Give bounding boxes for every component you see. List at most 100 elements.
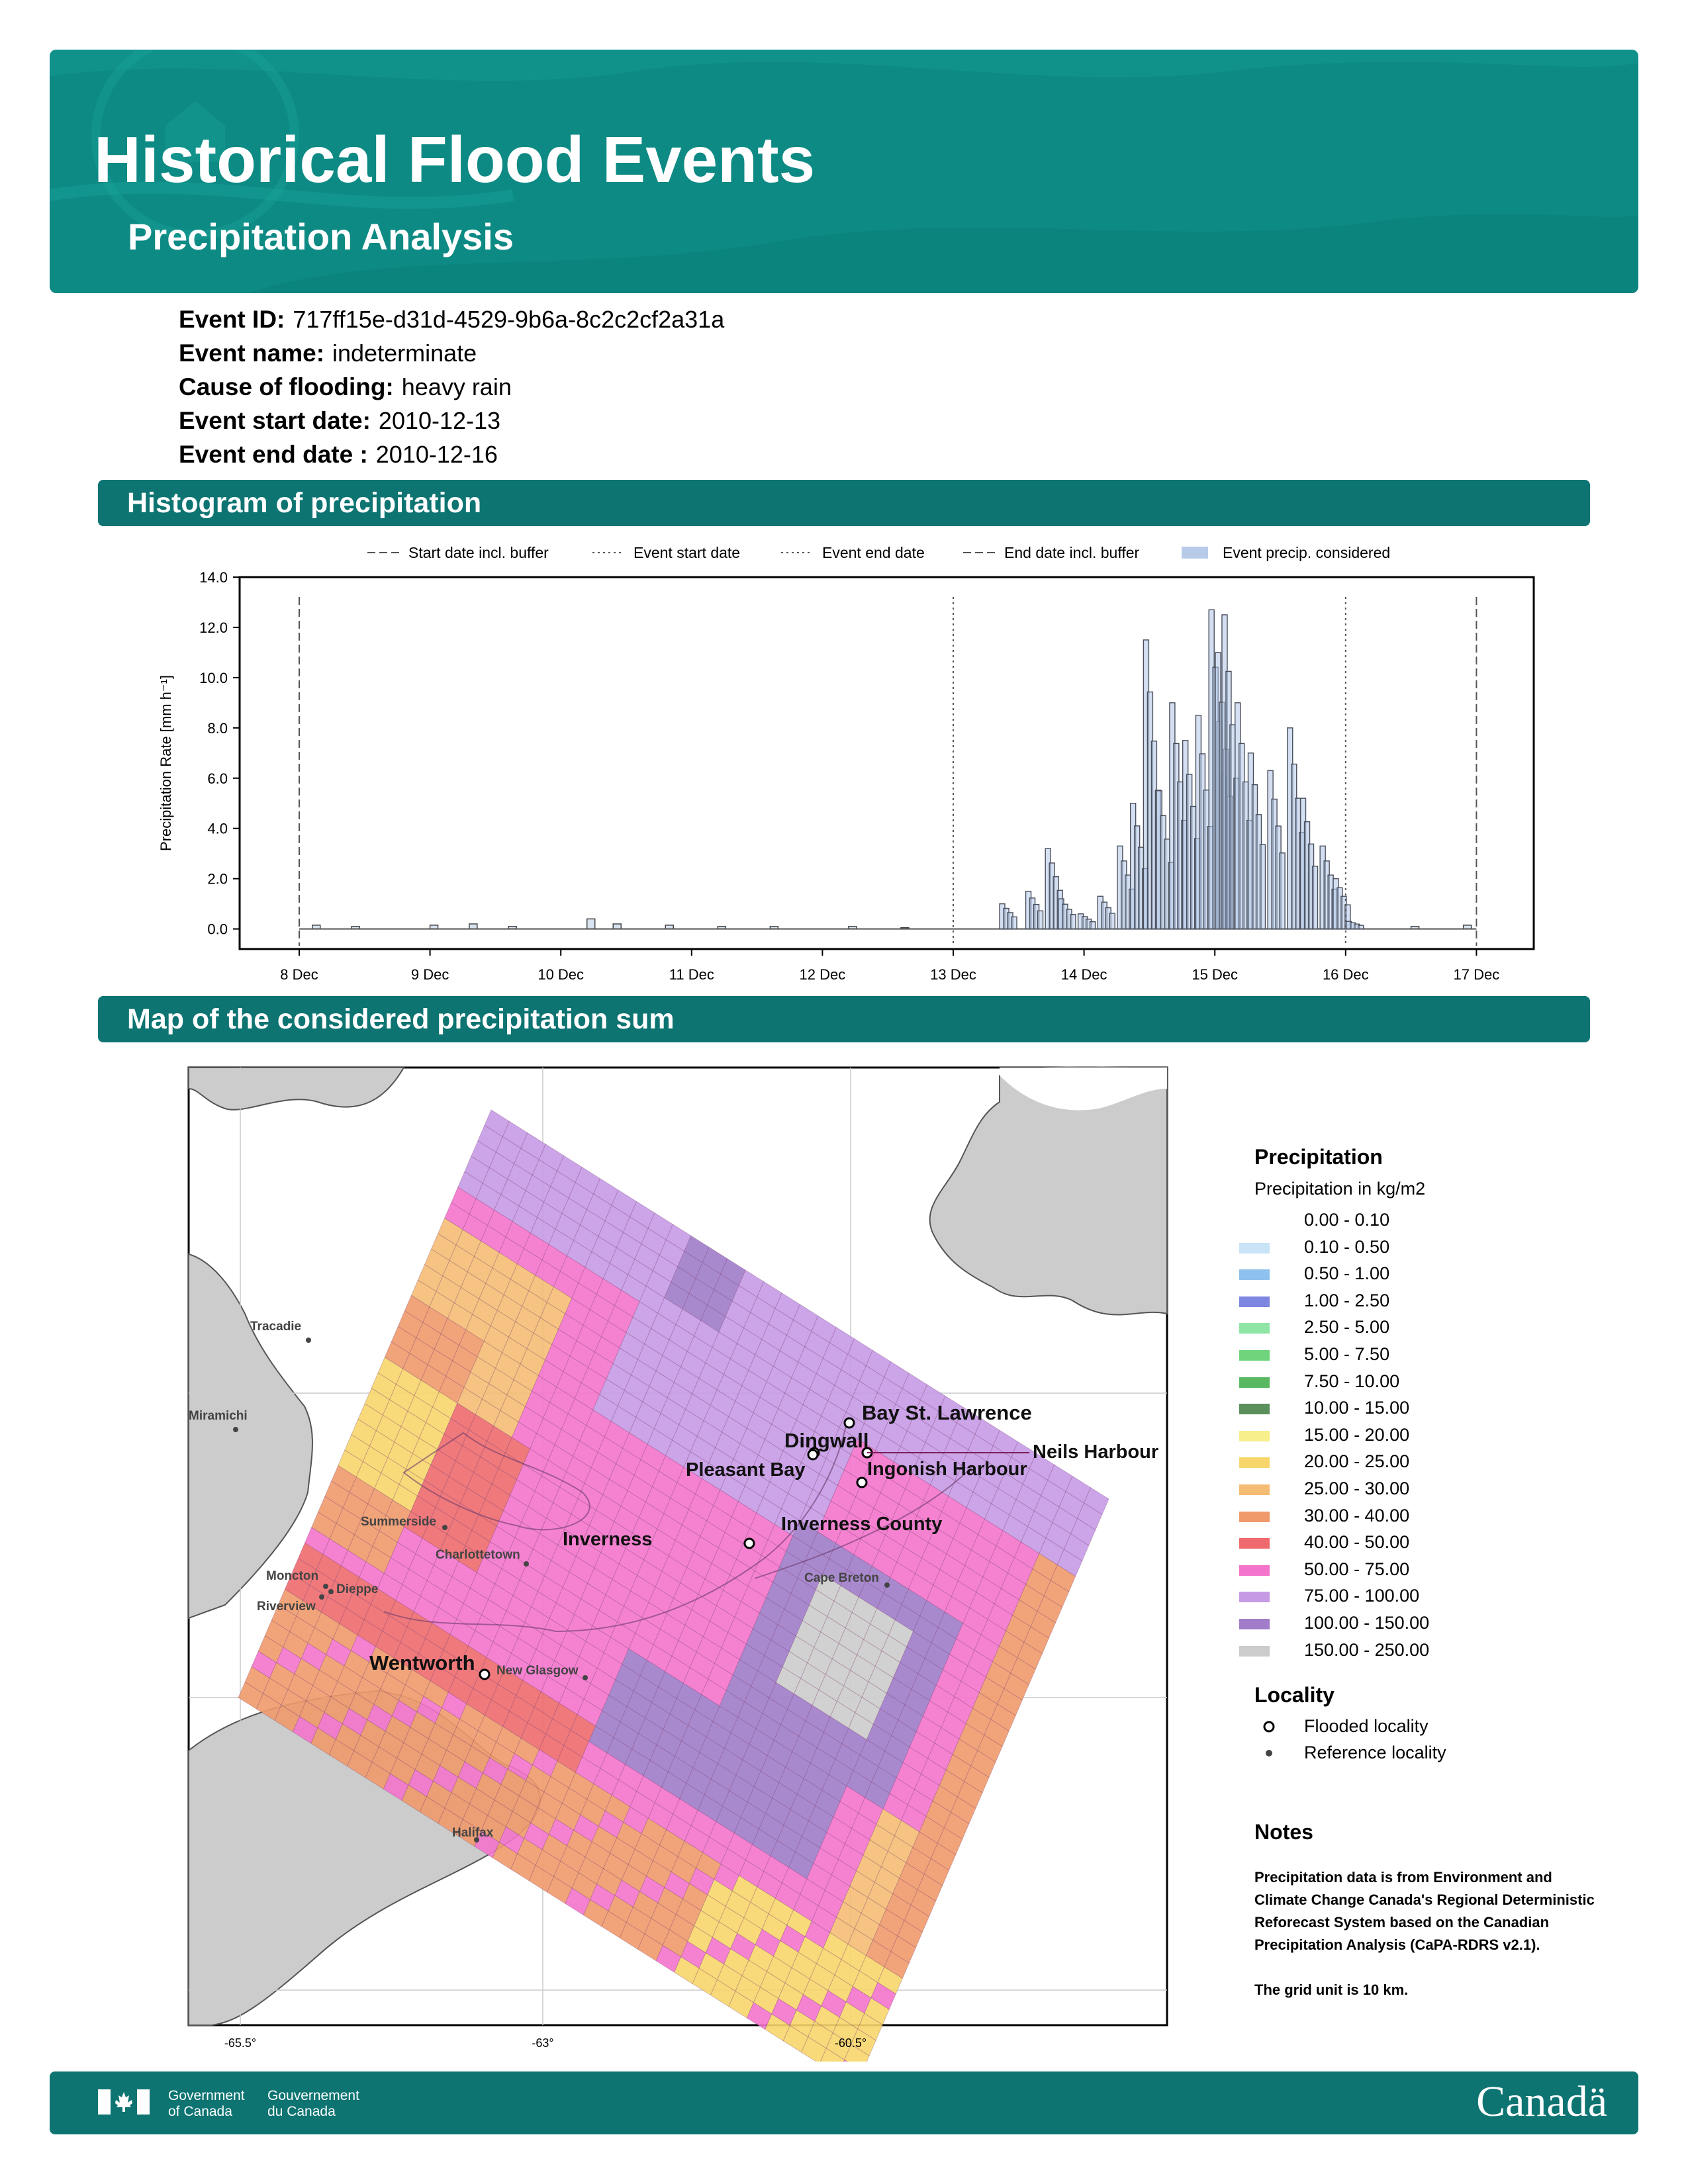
x-tick-label: 14 Dec	[1061, 966, 1107, 983]
canada-flag-icon	[98, 2089, 150, 2115]
legend-swatch	[1239, 1269, 1270, 1281]
precipitation-histogram: Start date incl. buffer Event start date E…	[158, 544, 1535, 983]
start-date-label: Event start date:	[179, 407, 371, 434]
legend-class-label: 40.00 - 50.00	[1304, 1532, 1410, 1553]
reference-locality-label: Riverview	[257, 1600, 316, 1614]
gov-en-line1: Government	[168, 2088, 245, 2103]
legend-class-label: 50.00 - 75.00	[1304, 1559, 1410, 1579]
histogram-legend-label: Start date incl. buffer	[408, 544, 549, 561]
legend-swatch	[1239, 1511, 1270, 1522]
x-tick-label: 17 Dec	[1454, 966, 1500, 983]
start-date-row: Event start date: 2010-12-13	[179, 407, 500, 435]
x-tick-label: 12 Dec	[800, 966, 846, 983]
gov-en-line2: of Canada	[168, 2104, 232, 2119]
legend-class-label: 5.00 - 7.50	[1304, 1344, 1390, 1364]
gov-fr-wordmark: Gouvernement du Canada	[267, 2088, 359, 2120]
reference-locality-marker	[442, 1525, 447, 1530]
legend-class-label: 100.00 - 150.00	[1304, 1613, 1430, 1633]
flooded-locality-label: Neils Harbour	[1033, 1441, 1158, 1463]
y-tick-label: 6.0	[207, 770, 228, 787]
event-id-value: 717ff15e-d31d-4529-9b6a-8c2c2cf2a31a	[293, 306, 725, 333]
x-tick-label: 11 Dec	[669, 966, 714, 983]
reference-locality-marker	[319, 1594, 324, 1600]
precip-legend-title: Precipitation	[1254, 1145, 1383, 1169]
legend-class-label: 0.00 - 0.10	[1304, 1210, 1390, 1230]
legend-swatch	[1239, 1430, 1270, 1441]
legend-swatch	[1239, 1216, 1270, 1226]
legend-swatch	[1239, 1404, 1270, 1415]
legend-class-label: 2.50 - 5.00	[1304, 1317, 1390, 1338]
precip-legend-subtitle: Precipitation in kg/m2	[1254, 1179, 1426, 1199]
end-date-label: Event end date :	[179, 441, 368, 468]
cause-row: Cause of flooding: heavy rain	[179, 373, 512, 401]
reference-locality-marker	[583, 1675, 588, 1680]
flooded-locality-label: Dingwall	[784, 1429, 868, 1452]
y-tick-label: 12.0	[199, 619, 228, 636]
legend-class-label: 75.00 - 100.00	[1304, 1586, 1420, 1606]
reference-locality-marker	[524, 1561, 529, 1567]
flooded-locality-label: Inverness	[563, 1529, 652, 1550]
histogram-bar	[612, 923, 622, 930]
histogram-bar	[1109, 913, 1115, 930]
legend-swatch	[1239, 1457, 1270, 1469]
flooded-locality-label: Pleasant Bay	[686, 1459, 806, 1480]
notes-title: Notes	[1254, 1820, 1313, 1844]
precipitation-map: Bay St. Lawrence Dingwall Pleasant Bay Neil…	[187, 1066, 1168, 2062]
flooded-locality-marker	[843, 1417, 855, 1429]
reference-locality-label: Tracadie	[250, 1320, 301, 1334]
legend-swatch	[1239, 1296, 1270, 1307]
legend-class-label: 30.00 - 40.00	[1304, 1505, 1410, 1525]
legend-class-label: 20.00 - 25.00	[1304, 1451, 1410, 1472]
legend-swatch	[1239, 1645, 1270, 1657]
reference-locality-label: Dieppe	[336, 1582, 378, 1596]
histogram-bar	[1070, 914, 1076, 930]
map-x-axis-label: -63°	[532, 2036, 553, 2050]
flooded-locality-marker-icon	[1263, 1721, 1275, 1733]
end-date-value: 2010-12-16	[375, 441, 498, 468]
histogram-legend-label: Event start date	[633, 544, 740, 561]
y-tick-label: 14.0	[199, 569, 228, 586]
legend-class-label: 0.50 - 1.00	[1304, 1263, 1390, 1284]
legend-class-label: 10.00 - 15.00	[1304, 1398, 1410, 1418]
page-subtitle: Precipitation Analysis	[128, 216, 514, 257]
reference-locality-marker	[306, 1338, 311, 1343]
histogram-bar	[469, 923, 478, 930]
reference-locality-marker	[884, 1582, 890, 1588]
map-x-axis-label: -60.5°	[835, 2036, 867, 2050]
map-section-title: Map of the considered precipitation sum	[98, 996, 1590, 1042]
x-tick-label: 15 Dec	[1192, 966, 1238, 983]
histogram-legend-label: Event precip. considered	[1223, 544, 1390, 561]
reference-locality-marker-icon	[1266, 1750, 1272, 1756]
x-tick-label: 10 Dec	[538, 966, 584, 983]
y-tick-label: 8.0	[207, 720, 228, 737]
y-tick-label: 4.0	[207, 821, 228, 837]
legend-swatch	[1239, 1377, 1270, 1388]
gov-fr-line2: du Canada	[267, 2104, 336, 2119]
reference-locality-marker	[233, 1427, 238, 1432]
locality-legend-title: Locality	[1254, 1683, 1335, 1707]
histogram-bar	[586, 918, 596, 930]
event-name-row: Event name: indeterminate	[179, 340, 477, 367]
legend-class-label: 25.00 - 30.00	[1304, 1479, 1410, 1498]
reference-locality-label: Moncton	[266, 1569, 318, 1583]
reference-locality-label: Halifax	[452, 1826, 494, 1840]
histogram-bar	[1259, 844, 1266, 930]
legend-class-label: 0.10 - 0.50	[1304, 1236, 1390, 1257]
flooded-locality-label: Flooded locality	[1304, 1716, 1429, 1736]
reference-locality-label: Charlottetown	[436, 1548, 520, 1562]
page-title: Historical Flood Events	[94, 123, 816, 196]
legend-swatch	[1239, 1592, 1270, 1603]
legend-swatch	[1239, 1538, 1270, 1549]
histogram-bar	[1037, 910, 1044, 930]
start-date-value: 2010-12-13	[378, 407, 501, 434]
flooded-locality-label: Wentworth	[369, 1651, 475, 1674]
flooded-locality-label: Bay St. Lawrence	[862, 1401, 1032, 1424]
legend-swatch	[1239, 1242, 1270, 1253]
histogram-bar	[1089, 921, 1096, 930]
notes-grid-unit: The grid unit is 10 km.	[1254, 1981, 1409, 1998]
legend-class-label: 7.50 - 10.00	[1304, 1371, 1400, 1391]
event-id-label: Event ID:	[179, 306, 285, 333]
cause-label: Cause of flooding:	[179, 373, 394, 400]
legend-class-label: 15.00 - 20.00	[1304, 1424, 1410, 1445]
flooded-locality-label: Inverness County	[781, 1514, 942, 1535]
